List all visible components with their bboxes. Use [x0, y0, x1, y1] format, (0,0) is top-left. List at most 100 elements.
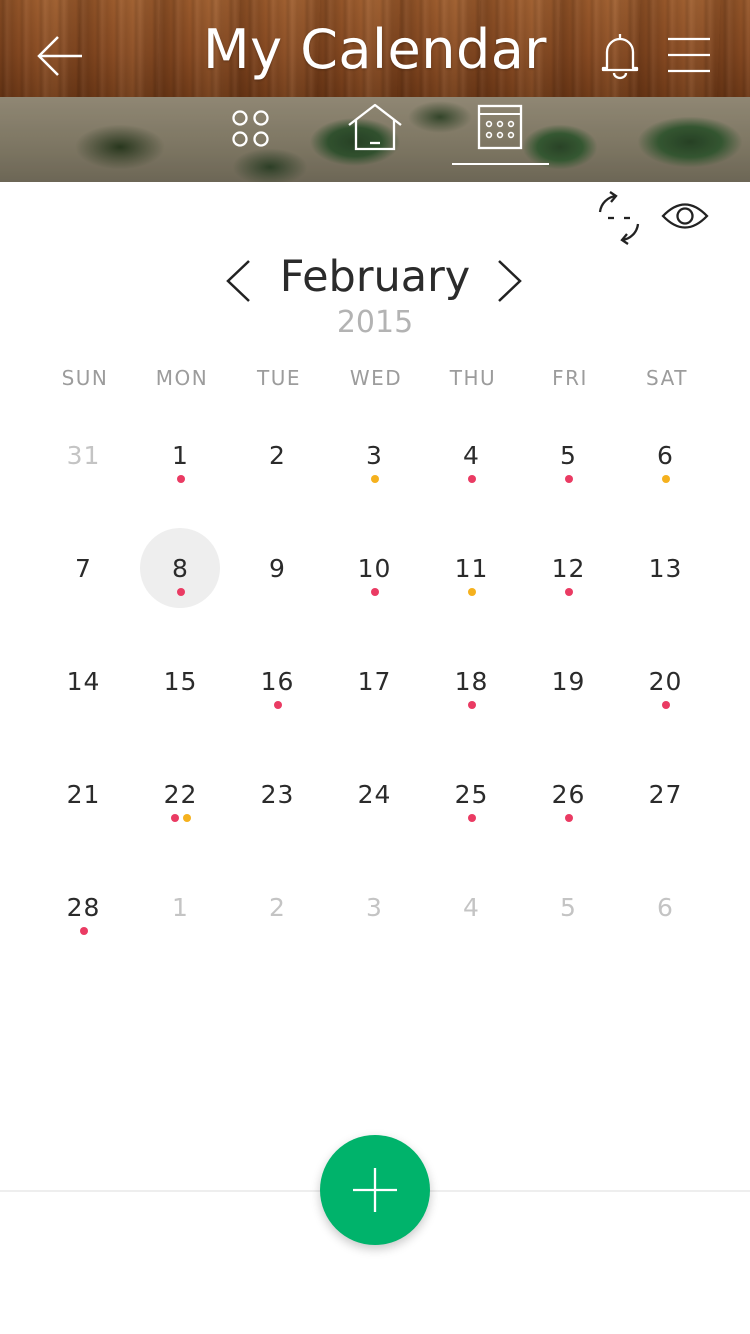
event-indicators	[229, 588, 326, 597]
day-number: 6	[657, 893, 674, 922]
next-month-button[interactable]	[494, 258, 526, 304]
calendar-day[interactable]: 6	[617, 412, 714, 524]
calendar-day[interactable]: 26	[520, 751, 617, 863]
event-dot-red	[467, 701, 476, 709]
calendar-day[interactable]: 12	[520, 525, 617, 637]
event-indicators	[520, 814, 617, 823]
event-indicators	[326, 814, 423, 823]
calendar-day[interactable]: 1	[132, 412, 229, 524]
calendar-day[interactable]: 16	[229, 638, 326, 750]
calendar-day[interactable]: 17	[326, 638, 423, 750]
day-number: 6	[657, 441, 674, 470]
day-number: 2	[269, 893, 286, 922]
sync-button[interactable]	[594, 190, 644, 246]
day-number: 22	[163, 780, 198, 809]
calendar-day[interactable]: 4	[423, 864, 520, 976]
calendar-day[interactable]: 5	[520, 864, 617, 976]
day-number: 25	[454, 780, 489, 809]
calendar-day[interactable]: 1	[132, 864, 229, 976]
event-dot-orange	[182, 814, 191, 822]
calendar-day[interactable]: 18	[423, 638, 520, 750]
event-dot-red	[370, 588, 379, 596]
calendar-grid-icon	[477, 104, 523, 150]
weekday-label: MON	[155, 366, 209, 390]
tab-calendar[interactable]	[452, 97, 550, 182]
event-dot-red	[467, 475, 476, 483]
calendar-day[interactable]: 6	[617, 864, 714, 976]
event-dot-red	[564, 814, 573, 822]
event-indicators	[132, 588, 229, 597]
day-number: 14	[66, 667, 101, 696]
event-dot-orange	[661, 475, 670, 483]
event-indicators	[326, 588, 423, 597]
event-indicators	[132, 927, 229, 936]
event-dot-red	[564, 588, 573, 596]
calendar-day[interactable]: 21	[35, 751, 132, 863]
hamburger-menu-icon	[668, 37, 710, 73]
calendar-day[interactable]: 24	[326, 751, 423, 863]
notifications-button[interactable]	[597, 30, 643, 80]
calendar-day[interactable]: 13	[617, 525, 714, 637]
app-header: My Calendar	[0, 0, 750, 97]
calendar-day[interactable]: 9	[229, 525, 326, 637]
day-number: 28	[66, 893, 101, 922]
day-number: 4	[463, 441, 480, 470]
day-number: 10	[357, 554, 392, 583]
event-indicators	[229, 927, 326, 936]
event-dot-red	[273, 701, 282, 709]
calendar-day[interactable]: 11	[423, 525, 520, 637]
day-number: 3	[366, 441, 383, 470]
day-number: 4	[463, 893, 480, 922]
calendar-day[interactable]: 28	[35, 864, 132, 976]
day-number: 27	[648, 780, 683, 809]
eye-icon	[661, 203, 709, 229]
tab-apps[interactable]	[222, 97, 278, 182]
day-number: 24	[357, 780, 392, 809]
weekday-label: TUE	[257, 366, 301, 390]
calendar-day[interactable]: 25	[423, 751, 520, 863]
event-dot-orange	[370, 475, 379, 483]
calendar-day[interactable]: 20	[617, 638, 714, 750]
calendar-day[interactable]: 4	[423, 412, 520, 524]
event-indicators	[229, 701, 326, 710]
event-indicators	[520, 927, 617, 936]
event-dot-red	[176, 588, 185, 596]
event-indicators	[229, 475, 326, 484]
weekday-label: SAT	[646, 366, 688, 390]
weekday-header-row: SUN MON TUE WED THU FRI SAT	[37, 366, 715, 392]
day-number: 18	[454, 667, 489, 696]
view-toggle-button[interactable]	[660, 197, 710, 235]
event-indicators	[326, 927, 423, 936]
tab-home[interactable]	[344, 97, 406, 182]
calendar-day[interactable]: 3	[326, 412, 423, 524]
day-number: 1	[172, 441, 189, 470]
calendar-day[interactable]: 23	[229, 751, 326, 863]
calendar-day[interactable]: 7	[35, 525, 132, 637]
event-indicators	[132, 475, 229, 484]
event-indicators	[617, 475, 714, 484]
calendar-day[interactable]: 10	[326, 525, 423, 637]
event-indicators	[617, 927, 714, 936]
calendar-day[interactable]: 15	[132, 638, 229, 750]
calendar-day[interactable]: 14	[35, 638, 132, 750]
calendar-day[interactable]: 27	[617, 751, 714, 863]
calendar-grid: 31 1 2 3 4 5 6 7 8 9 10 11 12 13 14 15 16 17 18 19 20 21 22 23 2…	[35, 412, 715, 972]
calendar-day-selected[interactable]: 8	[132, 525, 229, 637]
calendar-day[interactable]: 2	[229, 412, 326, 524]
day-number: 2	[269, 441, 286, 470]
add-event-button[interactable]	[320, 1135, 430, 1245]
weekday-label: WED	[349, 366, 403, 390]
menu-button[interactable]	[666, 36, 712, 74]
calendar-day[interactable]: 31	[35, 412, 132, 524]
event-indicators	[520, 701, 617, 710]
calendar-day[interactable]: 19	[520, 638, 617, 750]
event-indicators	[423, 588, 520, 597]
weekday-label: THU	[449, 366, 497, 390]
calendar-day[interactable]: 5	[520, 412, 617, 524]
calendar-day[interactable]: 22	[132, 751, 229, 863]
calendar-day[interactable]: 2	[229, 864, 326, 976]
year-label: 2015	[336, 305, 414, 340]
previous-month-button[interactable]	[222, 258, 254, 304]
chevron-right-icon	[498, 260, 522, 302]
calendar-day[interactable]: 3	[326, 864, 423, 976]
